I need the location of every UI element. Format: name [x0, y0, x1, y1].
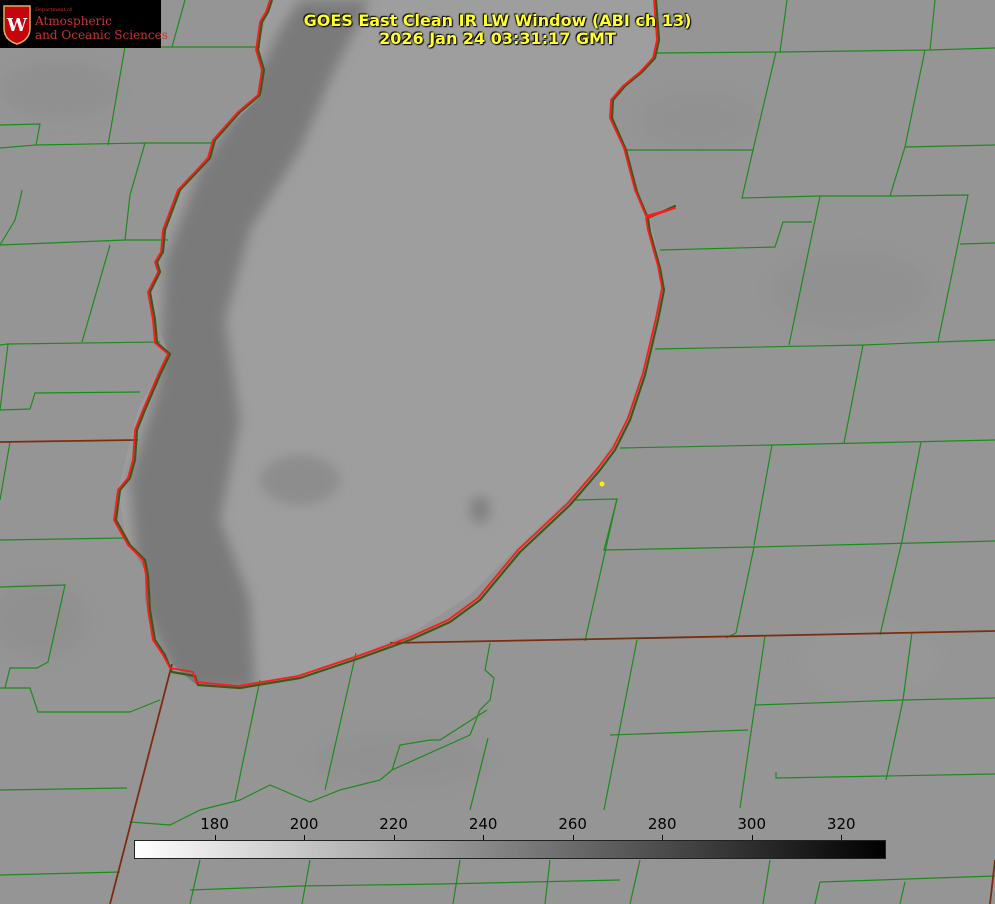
logo-line-1: Atmospheric [35, 14, 112, 28]
colorbar-tick-label: 260 [558, 815, 587, 833]
colorbar-tick-label: 180 [200, 815, 229, 833]
logo-department: Department of [35, 7, 72, 13]
uw-aos-logo[interactable]: W Department of Atmospheric and Oceanic … [0, 0, 168, 48]
satellite-map[interactable] [0, 0, 995, 904]
colorbar [134, 840, 886, 859]
colorbar-tick-label: 280 [647, 815, 677, 833]
image-timestamp: 2026 Jan 24 03:31:17 GMT [379, 29, 616, 48]
colorbar-tick-label: 200 [289, 815, 319, 833]
colorbar-tick-label: 220 [379, 815, 408, 833]
colorbar-tick-label: 320 [826, 815, 856, 833]
image-title: GOES East Clean IR LW Window (ABI ch 13) [303, 11, 692, 30]
logo-line-2: and Oceanic Sciences [35, 28, 168, 42]
uw-crest-icon: W [3, 5, 31, 45]
location-marker-icon [599, 481, 605, 487]
colorbar-tick-label: 240 [468, 815, 498, 833]
colorbar-tick-label: 300 [737, 815, 767, 833]
logo-letter: W [6, 15, 28, 36]
